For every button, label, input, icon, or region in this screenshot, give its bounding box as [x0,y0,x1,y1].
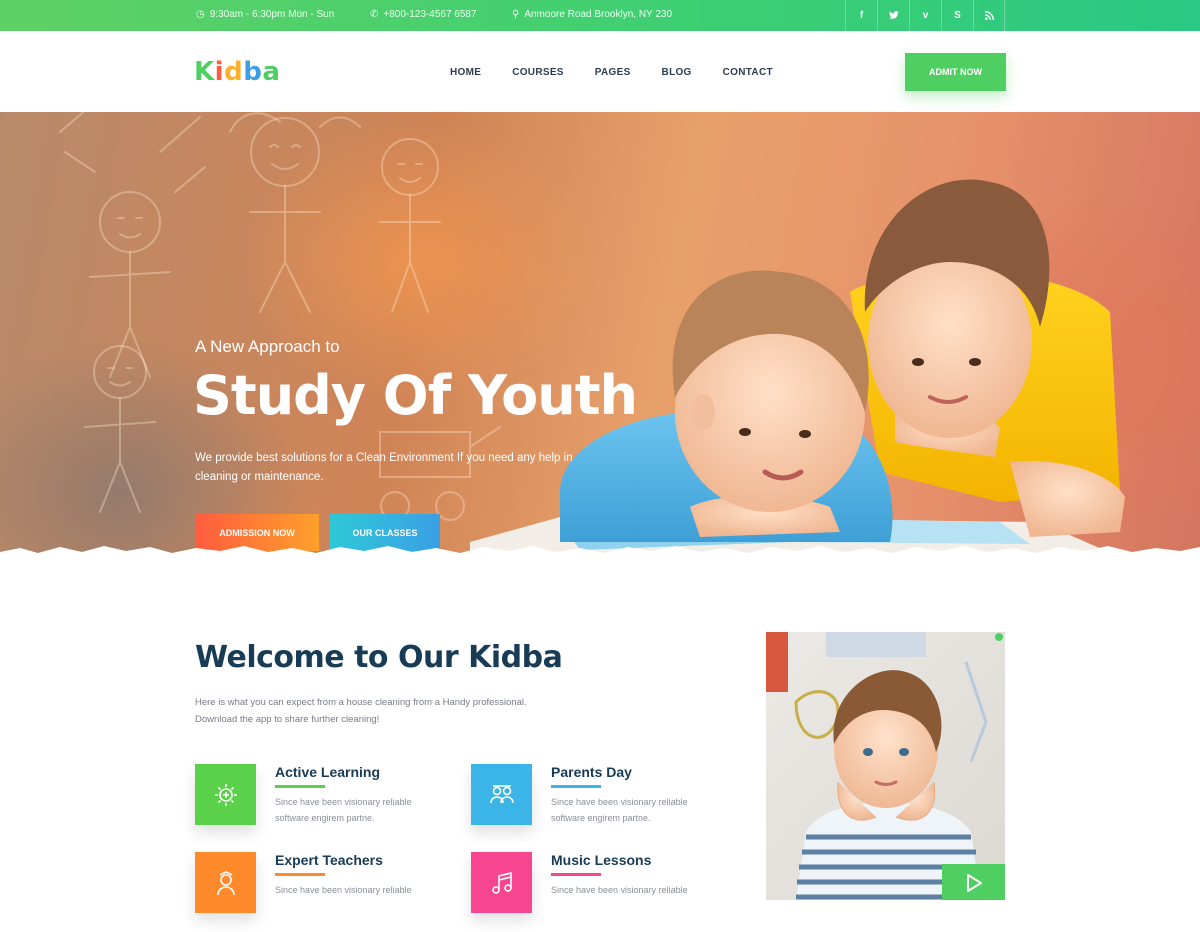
torn-paper-divider [0,546,1200,566]
brain-icon [195,764,256,825]
map-pin-icon: ⚲ [512,8,520,20]
child-photo [766,632,1005,900]
logo-letter: i [214,57,225,87]
feature-underline [551,873,601,876]
people-icon [471,764,532,825]
twitter-icon[interactable] [877,0,909,31]
feature-text: Since have been visionary reliable [551,885,688,895]
nav-contact[interactable]: CONTACT [723,67,773,78]
kids-reading-photo [470,179,1125,557]
admit-now-button[interactable]: ADMIT NOW [905,53,1006,91]
feature-title: Music Lessons [551,852,652,868]
social-links: f v S [845,0,1005,31]
address: ⚲ Anmoore Road Brooklyn, NY 230 [512,9,672,20]
play-video-button[interactable] [942,864,1005,900]
feature-underline [551,785,601,788]
address-text: Anmoore Road Brooklyn, NY 230 [524,9,673,20]
play-icon [966,874,982,892]
rss-icon[interactable] [973,0,1005,31]
feature-underline [275,785,325,788]
feature-underline [275,873,325,876]
phone-number-text: +800-123-4567 6587 [383,9,477,20]
welcome-title: Welcome to Our Kidba [195,640,563,675]
feature-text: Since have been visionary reliable [275,885,412,895]
feature-active-learning[interactable]: Active Learning Since have been visionar… [195,764,435,844]
hero-kicker: A New Approach to [195,337,340,356]
hero-description: We provide best solutions for a Clean En… [195,452,573,483]
skype-icon[interactable]: S [941,0,973,31]
facebook-icon[interactable]: f [845,0,877,31]
feature-music-lessons[interactable]: Music Lessons Since have been visionary … [471,852,711,932]
hero-title: Study Of Youth [193,364,638,427]
logo-letter: d [224,57,244,87]
logo-letter: a [262,57,281,87]
logo-letter: K [194,57,215,87]
feature-title: Active Learning [275,764,381,780]
vimeo-icon[interactable]: v [909,0,941,31]
nav-home[interactable]: HOME [450,67,481,78]
site-header: Kidba HOME COURSES PAGES BLOG CONTACT AD… [0,31,1200,112]
kidba-logo[interactable]: Kidba [194,57,280,87]
opening-hours: ◷ 9:30am - 6:30pm Mon - Sun [196,9,334,20]
phone-icon: ✆ [370,8,379,20]
hero-banner: A New Approach to Study Of Youth We prov… [0,112,1200,557]
main-nav: HOME COURSES PAGES BLOG CONTACT [450,67,773,78]
nav-blog[interactable]: BLOG [662,67,692,78]
feature-expert-teachers[interactable]: Expert Teachers Since have been visionar… [195,852,435,932]
feature-title: Parents Day [551,764,632,780]
phone-number[interactable]: ✆ +800-123-4567 6587 [370,9,477,20]
feature-text: Since have been visionary reliable softw… [275,797,412,823]
nav-courses[interactable]: COURSES [512,67,564,78]
opening-hours-text: 9:30am - 6:30pm Mon - Sun [209,9,335,20]
music-icon [471,852,532,913]
feature-parents-day[interactable]: Parents Day Since have been visionary re… [471,764,711,844]
feature-text: Since have been visionary reliable softw… [551,797,688,823]
welcome-description: Here is what you can expect from a house… [195,697,527,725]
logo-letter: b [243,57,263,87]
feature-title: Expert Teachers [275,852,383,868]
clock-icon: ◷ [196,8,205,20]
top-info-bar: ◷ 9:30am - 6:30pm Mon - Sun ✆ +800-123-4… [0,0,1200,31]
nav-pages[interactable]: PAGES [595,67,631,78]
teacher-icon [195,852,256,913]
